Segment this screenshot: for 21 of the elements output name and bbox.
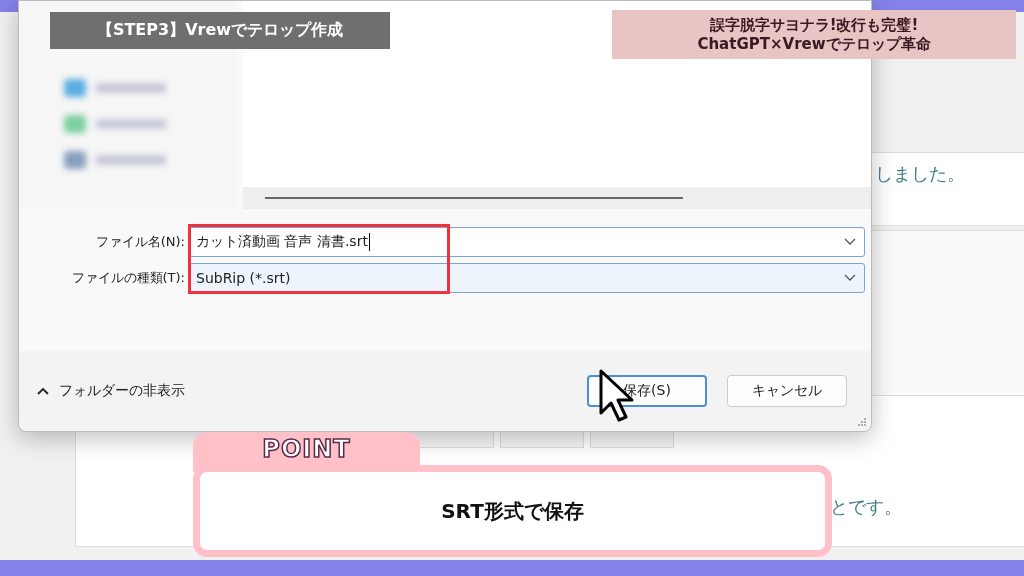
blurred-label — [96, 119, 166, 129]
point-label: POINT — [262, 435, 351, 465]
title-line: 誤字脱字サヨナラ!改行も完璧! — [709, 15, 919, 35]
scroll-bar[interactable] — [243, 187, 871, 209]
file-type-select[interactable]: SubRip (*.srt) — [189, 263, 865, 293]
step-caption: 【STEP3】Vrewでテロップ作成 — [50, 12, 390, 49]
file-name-field[interactable]: カット済動画 音声 清書.srt — [189, 227, 865, 257]
blurred-label — [96, 155, 166, 165]
subtitle-text: しました。 — [875, 162, 965, 186]
chevron-down-icon — [844, 274, 856, 282]
subtitle-text: とです。 — [830, 495, 902, 519]
resize-grip-icon[interactable] — [857, 417, 867, 427]
blurred-label — [96, 83, 166, 93]
chevron-down-icon — [844, 238, 856, 246]
title-line: ChatGPT×Vrewでテロップ革命 — [697, 34, 931, 54]
chevron-up-icon — [37, 387, 49, 395]
cancel-button[interactable]: キャンセル — [727, 375, 847, 407]
point-text: SRT形式で保存 — [441, 497, 584, 525]
field-label: ファイル名(N): — [94, 233, 185, 251]
folder-toggle[interactable]: フォルダーの非表示 — [37, 382, 185, 400]
field-label: ファイルの種類(T): — [70, 269, 185, 287]
